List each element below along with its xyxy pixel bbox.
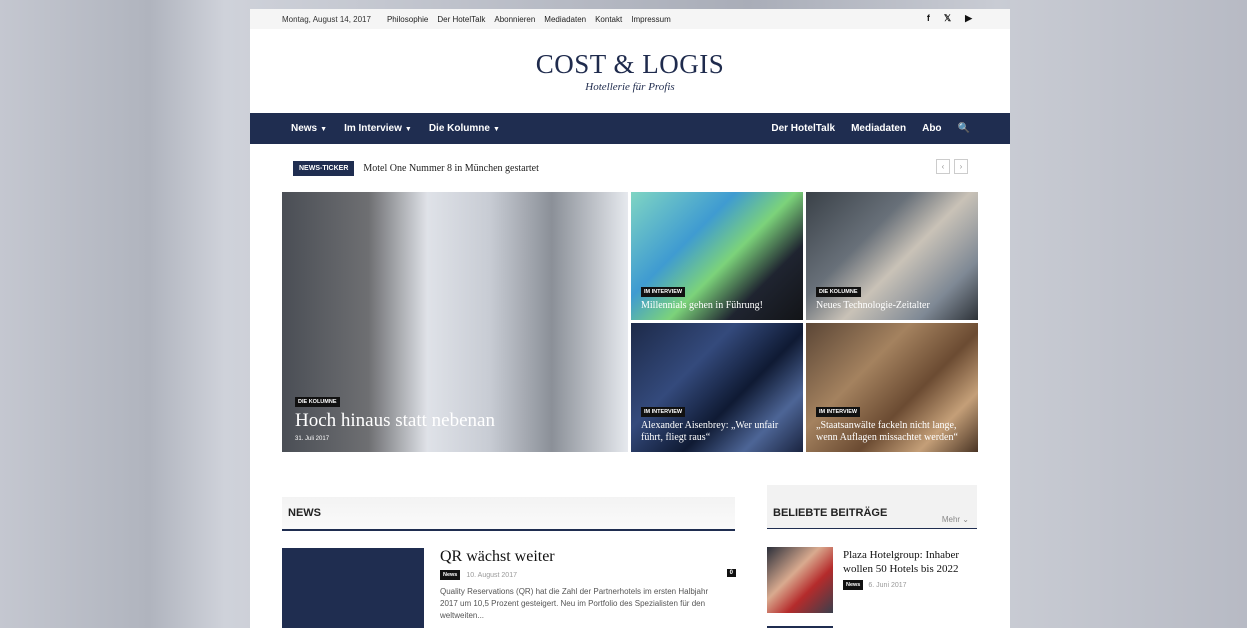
social-links: f 𝕏 ▶ [927,13,972,24]
article-thumbnail[interactable] [282,548,424,628]
category-badge: DIE KOLUMNE [816,287,861,297]
nav-item-news[interactable]: News ▼ [291,123,327,134]
section-title: BELIEBTE BEITRÄGE [773,507,888,519]
youtube-icon[interactable]: ▶ [965,13,972,24]
topbar-link-hoteltalk[interactable]: Der HotelTalk [437,15,485,24]
nav-item-abo[interactable]: Abo [922,123,941,134]
nav-item-im-interview[interactable]: Im Interview ▼ [344,123,412,134]
tile-title: Millennials gehen in Führung! [641,300,763,311]
popular-article: Plaza Hotelgroup: Inhaber wollen 50 Hote… [843,548,978,590]
comment-count[interactable]: 0 [726,569,736,577]
section-title: NEWS [288,507,321,519]
site-logo[interactable]: COST & LOGIS Hotellerie für Profis [250,29,1010,113]
ticker-arrows: ‹ › [936,159,968,174]
search-icon[interactable]: 🔍 [958,123,970,134]
nav-item-die-kolumne[interactable]: Die Kolumne ▼ [429,123,500,134]
featured-tile-3[interactable]: IM INTERVIEW Alexander Aisenbrey: „Wer u… [631,323,803,452]
featured-title: Hoch hinaus statt nebenan [295,410,495,431]
featured-date: 31. Juli 2017 [295,436,330,442]
tile-title: Neues Technologie-Zeitalter [816,300,930,311]
tile-title: Alexander Aisenbrey: „Wer unfair führt, … [641,420,779,443]
main-navigation: News ▼ Im Interview ▼ Die Kolumne ▼ Der Hot… [250,113,1010,144]
nav-item-mediadaten[interactable]: Mediadaten [851,123,906,134]
facebook-icon[interactable]: f [927,13,930,24]
category-badge: IM INTERVIEW [816,407,861,417]
category-badge[interactable]: News [440,570,461,580]
chevron-left-icon[interactable]: ‹ [936,159,950,174]
ticker-label: NEWS-TICKER [293,160,355,176]
article-date: 6. Juni 2017 [868,581,907,589]
featured-tile-2[interactable]: DIE KOLUMNE Neues Technologie-Zeitalter [806,192,978,320]
article-date: 10. August 2017 [466,571,517,579]
tile-title: „Staatsanwälte fackeln nicht lange, wenn… [816,420,958,443]
nav-item-hoteltalk[interactable]: Der HotelTalk [771,123,835,134]
category-badge: IM INTERVIEW [641,407,686,417]
news-article: QR wächst weiter News 10. August 2017 0 … [440,548,740,622]
chevron-right-icon[interactable]: › [954,159,968,174]
category-badge: IM INTERVIEW [641,287,686,297]
logo-title: COST & LOGIS [535,49,725,79]
category-badge[interactable]: News [843,580,864,590]
topbar-link-mediadaten[interactable]: Mediadaten [544,15,586,24]
nav-label: Die Kolumne [428,123,490,134]
topbar-link-philosophie[interactable]: Philosophie [387,15,428,24]
featured-grid: DIE KOLUMNE Hoch hinaus statt nebenan 31… [282,192,978,452]
featured-tile-1[interactable]: IM INTERVIEW Millennials gehen in Führun… [631,192,803,320]
current-date: Montag, August 14, 2017 [282,14,371,24]
category-badge: DIE KOLUMNE [295,397,340,407]
chevron-down-icon: ▼ [492,126,500,133]
topbar-link-abonnieren[interactable]: Abonnieren [494,15,535,24]
news-ticker: NEWS-TICKER Motel One Nummer 8 in Münche… [293,159,980,177]
popular-section-header: BELIEBTE BEITRÄGE Mehr ⌄ [767,485,977,529]
nav-label: Im Interview [344,123,402,134]
article-title[interactable]: Plaza Hotelgroup: Inhaber wollen 50 Hote… [843,548,978,576]
article-excerpt: Quality Reservations (QR) hat die Zahl d… [440,587,709,620]
featured-tile-4[interactable]: IM INTERVIEW „Staatsanwälte fackeln nich… [806,323,978,452]
more-dropdown[interactable]: Mehr ⌄ [942,515,969,524]
twitter-icon[interactable]: 𝕏 [944,13,951,24]
ticker-headline[interactable]: Motel One Nummer 8 in München gestartet [363,163,539,174]
chevron-down-icon: ▼ [320,126,328,133]
logo-subtitle: Hotellerie für Profis [585,81,675,93]
chevron-down-icon: ▼ [404,126,412,133]
popular-article-thumbnail[interactable] [767,547,833,613]
featured-main-article[interactable]: DIE KOLUMNE Hoch hinaus statt nebenan 31… [282,192,628,452]
nav-label: News [291,123,318,134]
article-title[interactable]: QR wächst weiter [440,548,740,566]
topbar-link-kontakt[interactable]: Kontakt [595,15,622,24]
topbar-link-impressum[interactable]: Impressum [631,15,671,24]
website-page: Montag, August 14, 2017 Philosophie Der … [250,9,1010,628]
top-bar: Montag, August 14, 2017 Philosophie Der … [250,9,1010,29]
news-section-header: NEWS [282,497,735,531]
